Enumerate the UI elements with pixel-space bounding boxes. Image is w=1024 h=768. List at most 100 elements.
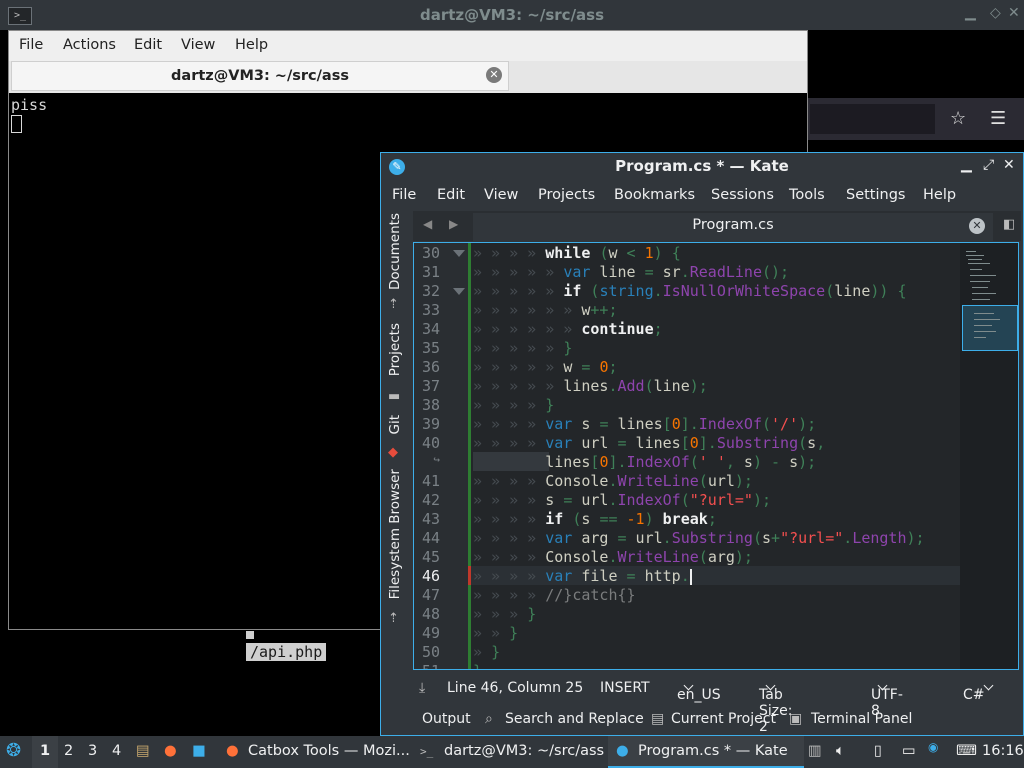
sidebar-tab-projects-label: Projects bbox=[387, 323, 403, 377]
folding-column[interactable] bbox=[448, 243, 468, 669]
fold-arrow-icon[interactable] bbox=[453, 288, 465, 295]
desktop-switch-4[interactable]: 4 bbox=[112, 743, 121, 759]
menu-help[interactable]: Help bbox=[923, 187, 956, 203]
clipboard-icon[interactable]: ▥ bbox=[808, 743, 822, 759]
encoding-select[interactable]: UTF-8 bbox=[871, 680, 903, 719]
menu-bookmarks[interactable]: Bookmarks bbox=[614, 187, 695, 203]
minimap-viewport[interactable] bbox=[962, 305, 1018, 351]
terminal-menu-actions[interactable]: Actions bbox=[63, 37, 116, 53]
cursor-position[interactable]: Line 46, Column 25 bbox=[447, 680, 583, 696]
close-document-icon[interactable]: ✕ bbox=[969, 218, 985, 234]
minimap[interactable] bbox=[960, 243, 1018, 669]
line-number: 32 bbox=[421, 282, 440, 300]
tab-scroll-left-icon[interactable]: ◀ bbox=[423, 217, 432, 231]
desktop-switch-3[interactable]: 3 bbox=[88, 743, 97, 759]
file-manager-icon[interactable]: ▤ bbox=[136, 743, 150, 759]
code-line: } bbox=[473, 662, 482, 669]
menu-file[interactable]: File bbox=[392, 187, 416, 203]
bookmark-star-icon[interactable]: ☆ bbox=[950, 108, 966, 129]
desktop-switch-1[interactable]: 1 bbox=[40, 743, 50, 759]
task-terminal[interactable]: dartz@VM3: ~/src/ass bbox=[444, 743, 604, 759]
sidebar-tab-documents[interactable]: Documents bbox=[384, 213, 408, 293]
line-number: 41 bbox=[421, 472, 440, 490]
browser-url-bar[interactable] bbox=[810, 104, 935, 134]
menu-view[interactable]: View bbox=[484, 187, 518, 203]
modified-lines-indicator bbox=[468, 243, 471, 669]
notifications-icon[interactable]: ◉ bbox=[928, 740, 938, 754]
dictionary-select[interactable]: en_US bbox=[677, 680, 721, 703]
code-editor[interactable]: 30 31 32 33 34 35 36 37 38 39 40 ↪ 41 42… bbox=[413, 242, 1019, 670]
terminal-menu-help[interactable]: Help bbox=[235, 37, 268, 53]
app-launcher-icon[interactable]: ❂ bbox=[6, 740, 21, 761]
clock[interactable]: 16:16 bbox=[982, 743, 1024, 759]
sidebar-tab-git[interactable]: Git bbox=[384, 415, 408, 441]
project-icon: ▤ bbox=[651, 711, 665, 727]
line-number: 37 bbox=[421, 377, 440, 395]
filesystem-icon: ⇡ bbox=[388, 611, 399, 626]
menu-tools[interactable]: Tools bbox=[789, 187, 825, 203]
tab-scroll-right-icon[interactable]: ▶ bbox=[449, 217, 458, 231]
toolview-search-replace[interactable]: Search and Replace bbox=[505, 711, 644, 727]
close-icon[interactable]: ✕ bbox=[1008, 5, 1020, 21]
document-tab-program-cs[interactable]: Program.cs ✕ bbox=[473, 213, 993, 241]
syntax-select[interactable]: C# bbox=[963, 680, 994, 703]
task-catbox-tools[interactable]: Catbox Tools — Mozi... bbox=[248, 743, 410, 759]
code-line: » » » » » » w++; bbox=[473, 301, 618, 319]
maximize-icon[interactable]: ◇ bbox=[990, 5, 1001, 21]
tab-size-select[interactable]: Tab Size: 2 bbox=[759, 680, 792, 735]
minimap-line bbox=[972, 293, 996, 294]
kate-titlebar[interactable]: ✎ Program.cs * — Kate ▁ ⤢ ✕ bbox=[381, 153, 1023, 181]
toolview-terminal-panel[interactable]: Terminal Panel bbox=[811, 711, 912, 727]
terminal-menu-view[interactable]: View bbox=[181, 37, 215, 53]
terminal-panel-icon: ▣ bbox=[789, 711, 803, 727]
minimize-icon[interactable]: ▁ bbox=[965, 5, 976, 21]
sidebar-tab-projects[interactable]: Projects bbox=[384, 323, 408, 385]
selected-text-fragment bbox=[246, 631, 254, 639]
line-number: 34 bbox=[421, 320, 440, 338]
line-number: 44 bbox=[421, 529, 440, 547]
terminal-titlebar[interactable]: >_ dartz@VM3: ~/src/ass ▁ ◇ ✕ bbox=[0, 0, 1024, 30]
code-line: » » » » var s = lines[0].IndexOf('/'); bbox=[473, 415, 817, 433]
notes-icon[interactable]: ▯ bbox=[874, 743, 882, 759]
firefox-icon[interactable]: ● bbox=[164, 743, 177, 759]
menu-settings[interactable]: Settings bbox=[846, 187, 905, 203]
sidebar-tab-filesystem-browser[interactable]: Filesystem Browser bbox=[384, 469, 408, 609]
close-tab-icon[interactable]: ✕ bbox=[486, 67, 502, 83]
code-line: » » » » Console.WriteLine(url); bbox=[473, 472, 753, 490]
menu-sessions[interactable]: Sessions bbox=[711, 187, 774, 203]
code-line: » » } bbox=[473, 624, 519, 642]
download-icon[interactable]: ⤓ bbox=[419, 680, 425, 696]
show-desktop-icon[interactable]: ■ bbox=[192, 743, 206, 759]
line-number: 36 bbox=[421, 358, 440, 376]
code-line: » » » » » } bbox=[473, 339, 573, 357]
menu-edit[interactable]: Edit bbox=[437, 187, 465, 203]
maximize-icon[interactable]: ⤢ bbox=[983, 157, 994, 173]
minimap-line bbox=[974, 319, 1000, 320]
code-line: » » » » while (w < 1) { bbox=[473, 244, 681, 262]
minimize-icon[interactable]: ▁ bbox=[961, 157, 972, 173]
toolview-current-project[interactable]: Current Project bbox=[671, 711, 776, 727]
kate-window-title: Program.cs * — Kate bbox=[615, 157, 789, 175]
code-line: » » » » s = url.IndexOf("?url="); bbox=[473, 491, 772, 509]
desktop-switch-2[interactable]: 2 bbox=[64, 743, 73, 759]
volume-icon[interactable]: 🔈︎ bbox=[836, 743, 845, 759]
pin-icon[interactable]: ◧ bbox=[1003, 217, 1015, 232]
terminal-menu-file[interactable]: File bbox=[19, 37, 43, 53]
folder-icon: ▬ bbox=[388, 389, 401, 404]
hamburger-menu-icon[interactable]: ☰ bbox=[990, 108, 1006, 129]
terminal-menu-edit[interactable]: Edit bbox=[134, 37, 162, 53]
toolview-output[interactable]: Output bbox=[422, 711, 471, 727]
menu-projects[interactable]: Projects bbox=[538, 187, 595, 203]
line-number: 35 bbox=[421, 339, 440, 357]
documents-icon: ⇡ bbox=[388, 297, 399, 312]
network-icon[interactable]: ▭ bbox=[902, 743, 916, 759]
minimap-line bbox=[970, 281, 990, 282]
minimap-line bbox=[966, 251, 976, 252]
fold-arrow-icon[interactable] bbox=[453, 250, 465, 257]
keyboard-icon[interactable]: ⌨ bbox=[956, 743, 977, 759]
terminal-tab[interactable]: dartz@VM3: ~/src/ass ✕ bbox=[11, 61, 509, 91]
task-kate[interactable]: Program.cs * — Kate bbox=[638, 743, 788, 759]
input-mode[interactable]: INSERT bbox=[600, 680, 650, 696]
code-line: » } bbox=[473, 643, 501, 661]
close-icon[interactable]: ✕ bbox=[1003, 157, 1015, 173]
